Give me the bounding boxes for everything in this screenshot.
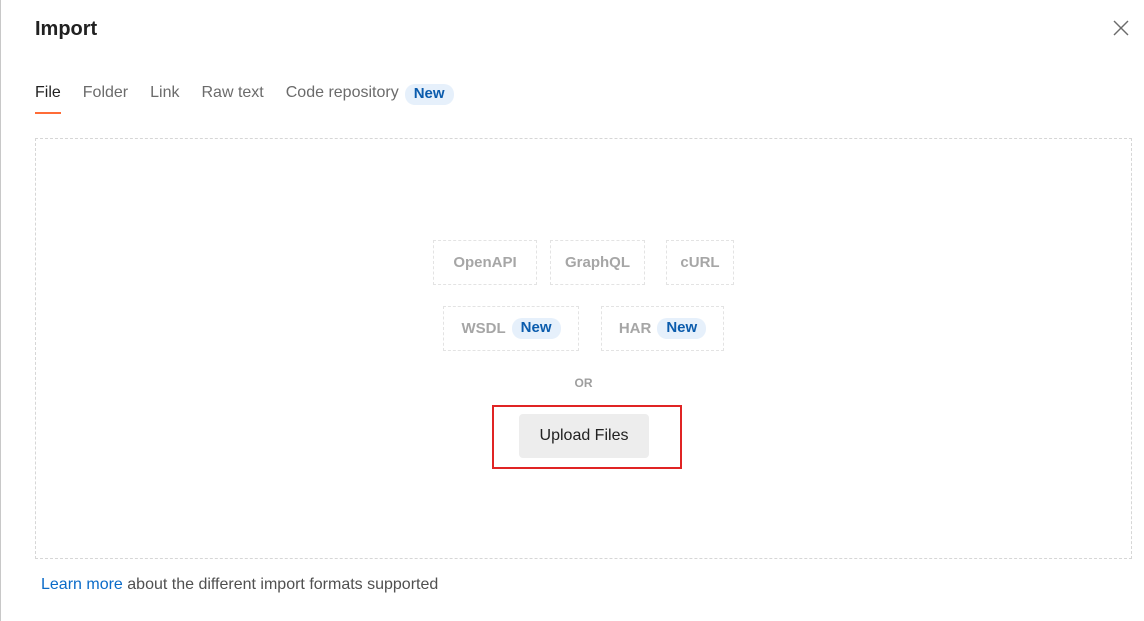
tab-link[interactable]: Link [150,82,179,116]
format-label: GraphQL [564,254,630,271]
or-separator: OR [574,376,593,390]
tab-label: Link [150,84,180,101]
tab-label: Raw text [201,84,264,101]
format-openapi: OpenAPI [433,240,537,285]
format-label: OpenAPI [453,254,517,271]
tab-raw-text[interactable]: Raw text [202,82,264,116]
learn-more-link[interactable]: Learn more [41,576,123,593]
tab-folder[interactable]: Folder [83,82,128,116]
new-badge: New [404,84,454,105]
upload-files-button[interactable]: Upload Files [519,414,649,458]
import-dialog: Import File Folder Link Raw text Code re… [0,0,1144,621]
format-label: WSDL [461,320,506,337]
new-badge: New [657,318,707,339]
format-har: HAR New [601,306,724,351]
file-dropzone[interactable]: OpenAPI GraphQL cURL WSDL New HAR New OR… [35,138,1132,559]
tab-label: Code repository [285,84,399,101]
tab-file[interactable]: File [35,82,61,116]
tab-label: Folder [82,84,129,101]
format-wsdl: WSDL New [443,306,579,351]
footer-note: Learn more about the different import fo… [41,576,438,594]
dialog-title: Import [35,18,98,40]
close-icon[interactable] [1111,18,1131,38]
new-badge: New [511,318,561,339]
format-label: cURL [680,254,720,271]
tab-label: File [35,84,61,101]
format-graphql: GraphQL [550,240,645,285]
footer-text: about the different import formats suppo… [122,576,439,593]
tab-code-repository[interactable]: Code repository New [286,82,454,116]
format-label: HAR [618,320,652,337]
format-curl: cURL [666,240,734,285]
import-tabs: File Folder Link Raw text Code repositor… [35,82,476,118]
